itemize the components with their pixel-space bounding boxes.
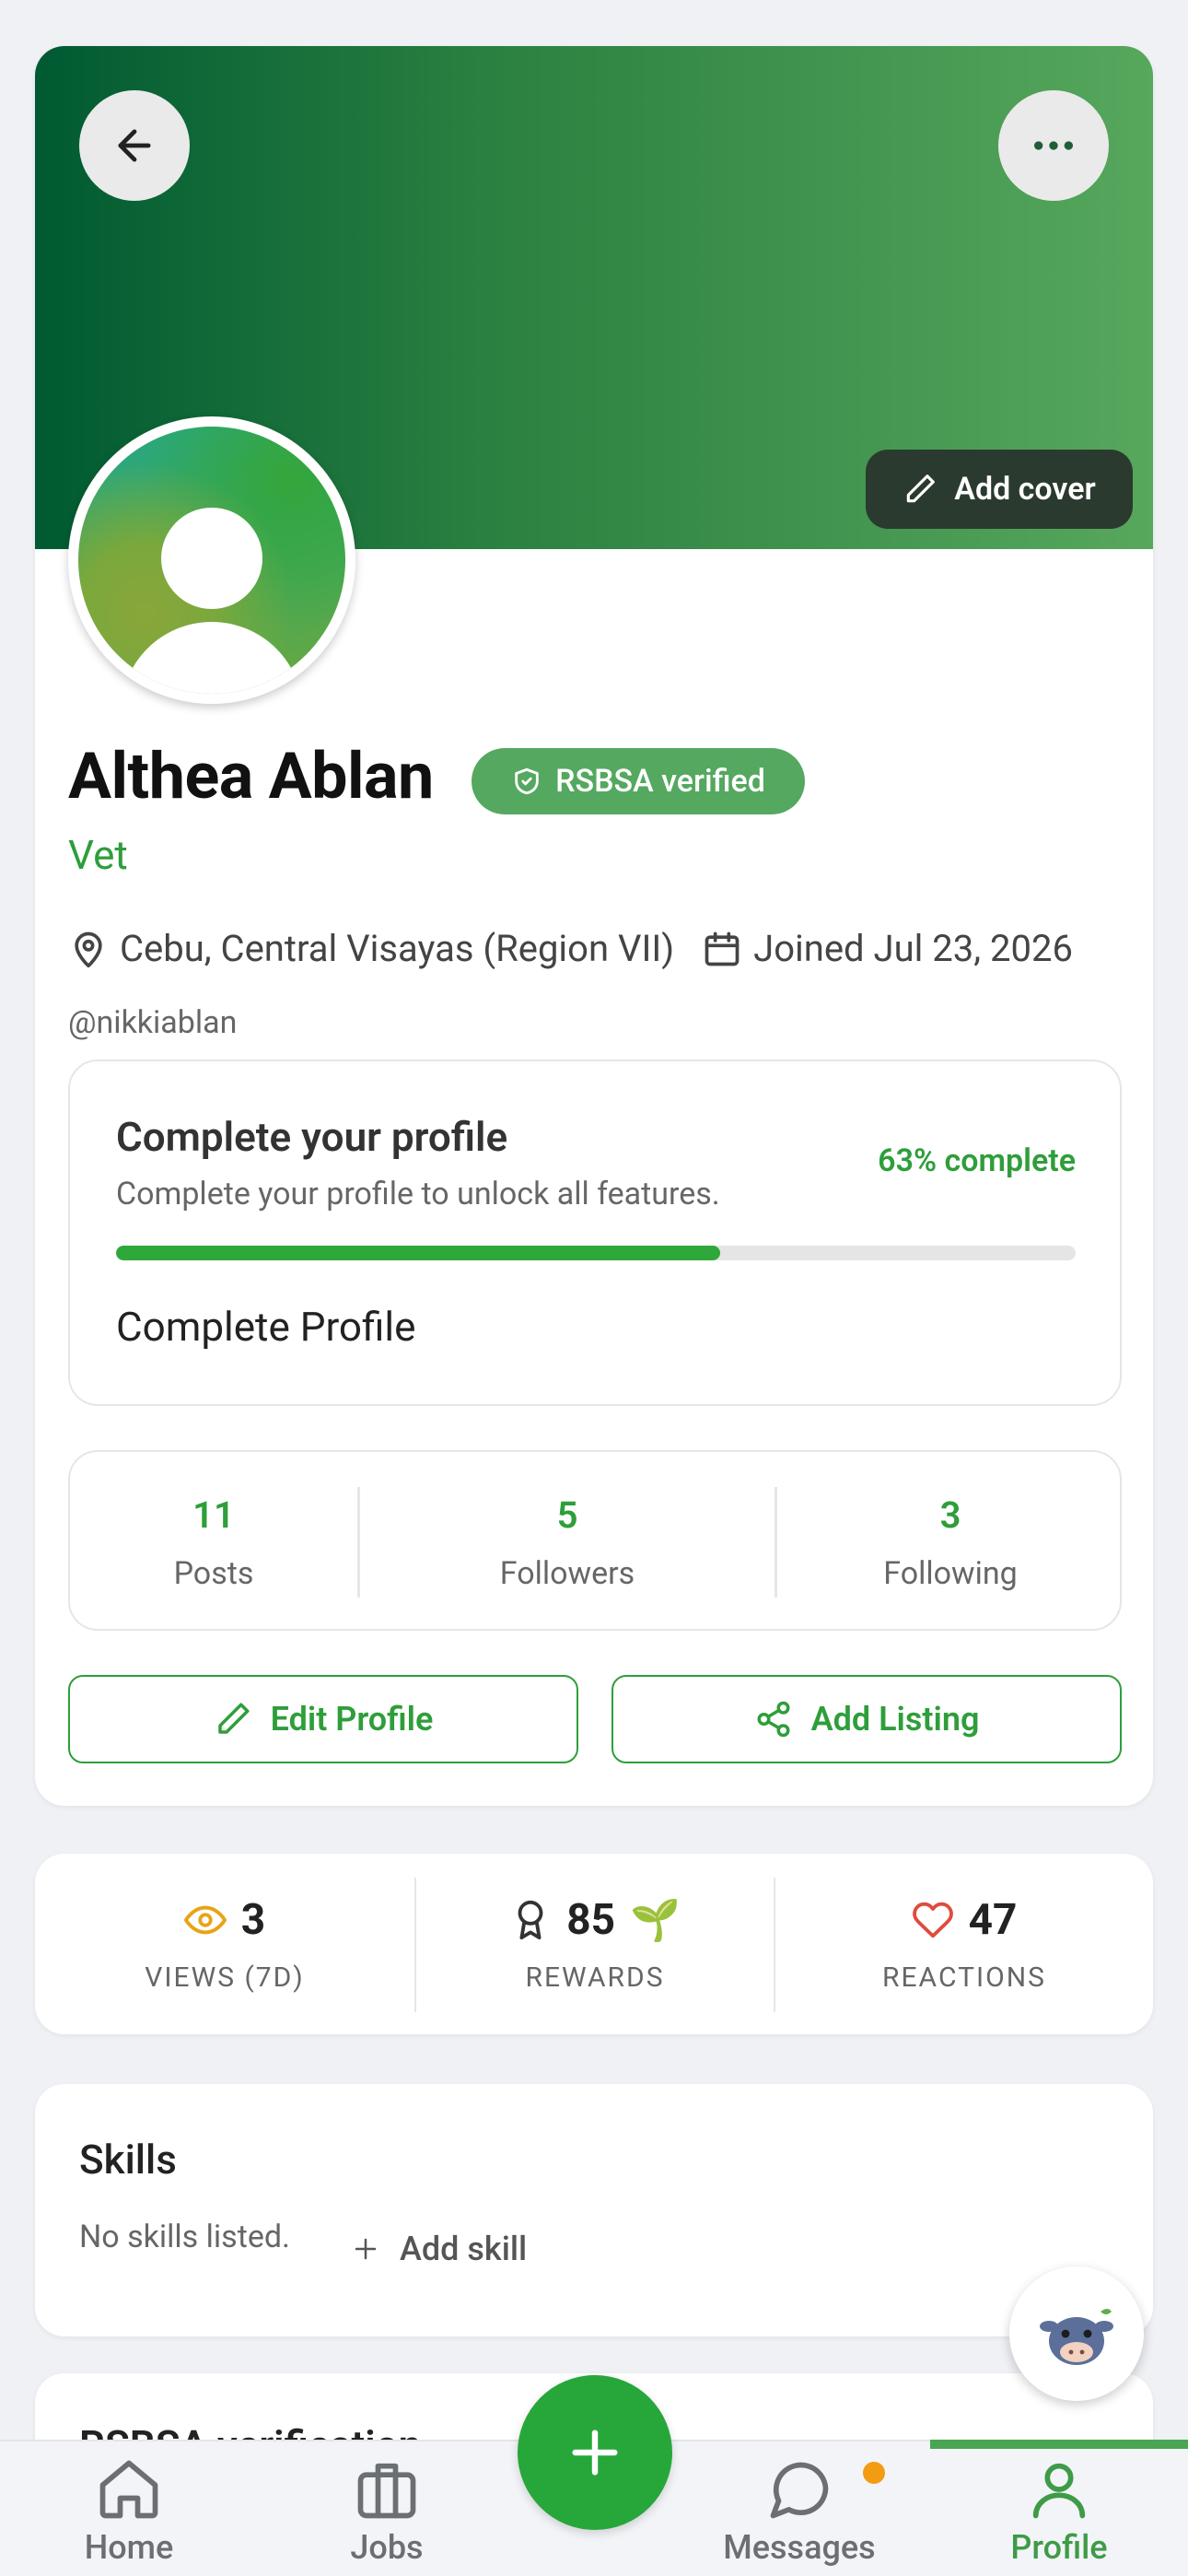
cow-mascot-icon	[1040, 2309, 1113, 2365]
plus-icon	[572, 2430, 618, 2476]
pencil-icon	[907, 474, 936, 503]
shield-check-icon	[515, 767, 539, 795]
complete-profile-card: Complete your profile Complete your prof…	[68, 1060, 1122, 1406]
skills-empty-text: No skills listed.	[79, 2219, 291, 2255]
social-stats: 11 Posts 5 Followers 3 Following	[68, 1450, 1122, 1631]
home-icon	[99, 2460, 158, 2519]
messages-notification-dot	[863, 2462, 885, 2484]
create-post-button[interactable]	[518, 2375, 672, 2530]
metric-value: 85	[566, 1894, 615, 1945]
stat-label: Posts	[173, 1554, 254, 1592]
add-cover-label: Add cover	[954, 471, 1096, 508]
arrow-left-icon	[118, 129, 151, 162]
heart-icon	[912, 1902, 953, 1938]
nav-messages[interactable]: Messages	[707, 2441, 891, 2576]
stat-label: Following	[883, 1554, 1018, 1592]
verified-badge-label: RSBSA verified	[555, 763, 765, 800]
nav-messages-label: Messages	[723, 2528, 876, 2567]
profile-location: Cebu, Central Visayas (Region VII)	[120, 927, 675, 970]
stat-value: 3	[939, 1493, 961, 1537]
edit-profile-button[interactable]: Edit Profile	[68, 1675, 578, 1763]
user-icon	[1032, 2463, 1086, 2519]
profile-handle: @nikkiablan	[68, 1004, 238, 1041]
more-options-button[interactable]	[998, 90, 1109, 201]
eye-icon	[183, 1905, 227, 1934]
avatar-placeholder	[78, 427, 345, 694]
verified-badge: RSBSA verified	[472, 748, 805, 814]
nav-jobs[interactable]: Jobs	[295, 2441, 479, 2576]
add-listing-label: Add Listing	[810, 1700, 980, 1739]
sprout-icon: 🌱	[630, 1895, 681, 1944]
more-horizontal-icon	[1034, 141, 1073, 150]
profile-joined: Joined Jul 23, 2026	[753, 927, 1073, 970]
nav-home[interactable]: Home	[37, 2441, 221, 2576]
stat-posts[interactable]: 11 Posts	[70, 1452, 357, 1633]
profile-meta: Cebu, Central Visayas (Region VII) Joine…	[68, 927, 1073, 970]
award-icon	[518, 1900, 543, 1939]
complete-profile-subtitle: Complete your profile to unlock all feat…	[116, 1176, 720, 1212]
nav-profile[interactable]: Profile	[967, 2441, 1151, 2576]
profile-name: Althea Ablan	[68, 739, 434, 814]
edit-profile-label: Edit Profile	[270, 1700, 434, 1739]
calendar-icon	[702, 929, 742, 969]
profile-role: Vet	[68, 831, 128, 879]
completion-progress-fill	[116, 1246, 721, 1260]
nav-profile-label: Profile	[1010, 2528, 1108, 2567]
share-icon	[757, 1701, 790, 1738]
stat-followers[interactable]: 5 Followers	[360, 1452, 775, 1633]
metrics-card: 3 VIEWS (7D) 85 🌱 REWARDS 47 REACTIONS	[35, 1854, 1153, 2034]
add-listing-button[interactable]: Add Listing	[611, 1675, 1122, 1763]
map-pin-icon	[68, 929, 109, 969]
stat-value: 5	[556, 1493, 578, 1537]
add-skill-label: Add skill	[400, 2230, 528, 2268]
add-cover-button[interactable]: Add cover	[866, 450, 1133, 529]
completion-progress-bar	[116, 1246, 1076, 1260]
stat-label: Followers	[499, 1554, 635, 1592]
stat-following[interactable]: 3 Following	[777, 1452, 1124, 1633]
complete-profile-title: Complete your profile	[116, 1113, 508, 1161]
active-tab-indicator	[930, 2440, 1188, 2449]
briefcase-icon	[357, 2463, 416, 2519]
stat-value: 11	[192, 1493, 235, 1537]
metric-views: 3 VIEWS (7D)	[35, 1854, 414, 2034]
skills-card: Skills No skills listed. Add skill	[35, 2084, 1153, 2336]
profile-card: Add cover Althea Ablan RSBSA verified Ve…	[35, 46, 1153, 1806]
back-button[interactable]	[79, 90, 190, 201]
metric-value: 3	[240, 1894, 266, 1945]
metric-value: 47	[968, 1894, 1018, 1945]
completion-percent: 63% complete	[878, 1142, 1076, 1179]
complete-profile-link[interactable]: Complete Profile	[116, 1303, 415, 1351]
assistant-mascot-button[interactable]	[1009, 2266, 1144, 2401]
metric-label: REWARDS	[525, 1961, 665, 1994]
pencil-icon	[217, 1703, 250, 1734]
plus-icon	[355, 2238, 377, 2260]
avatar[interactable]	[68, 416, 355, 704]
metric-label: VIEWS (7D)	[145, 1961, 305, 1994]
metric-reactions: 47 REACTIONS	[775, 1854, 1153, 2034]
nav-jobs-label: Jobs	[350, 2528, 424, 2567]
add-skill-button[interactable]: Add skill	[352, 2230, 527, 2268]
skills-title: Skills	[79, 2136, 177, 2184]
chat-icon	[770, 2462, 829, 2519]
nav-home-label: Home	[84, 2528, 174, 2567]
metric-label: REACTIONS	[882, 1961, 1046, 1994]
metric-rewards: 85 🌱 REWARDS	[416, 1854, 774, 2034]
